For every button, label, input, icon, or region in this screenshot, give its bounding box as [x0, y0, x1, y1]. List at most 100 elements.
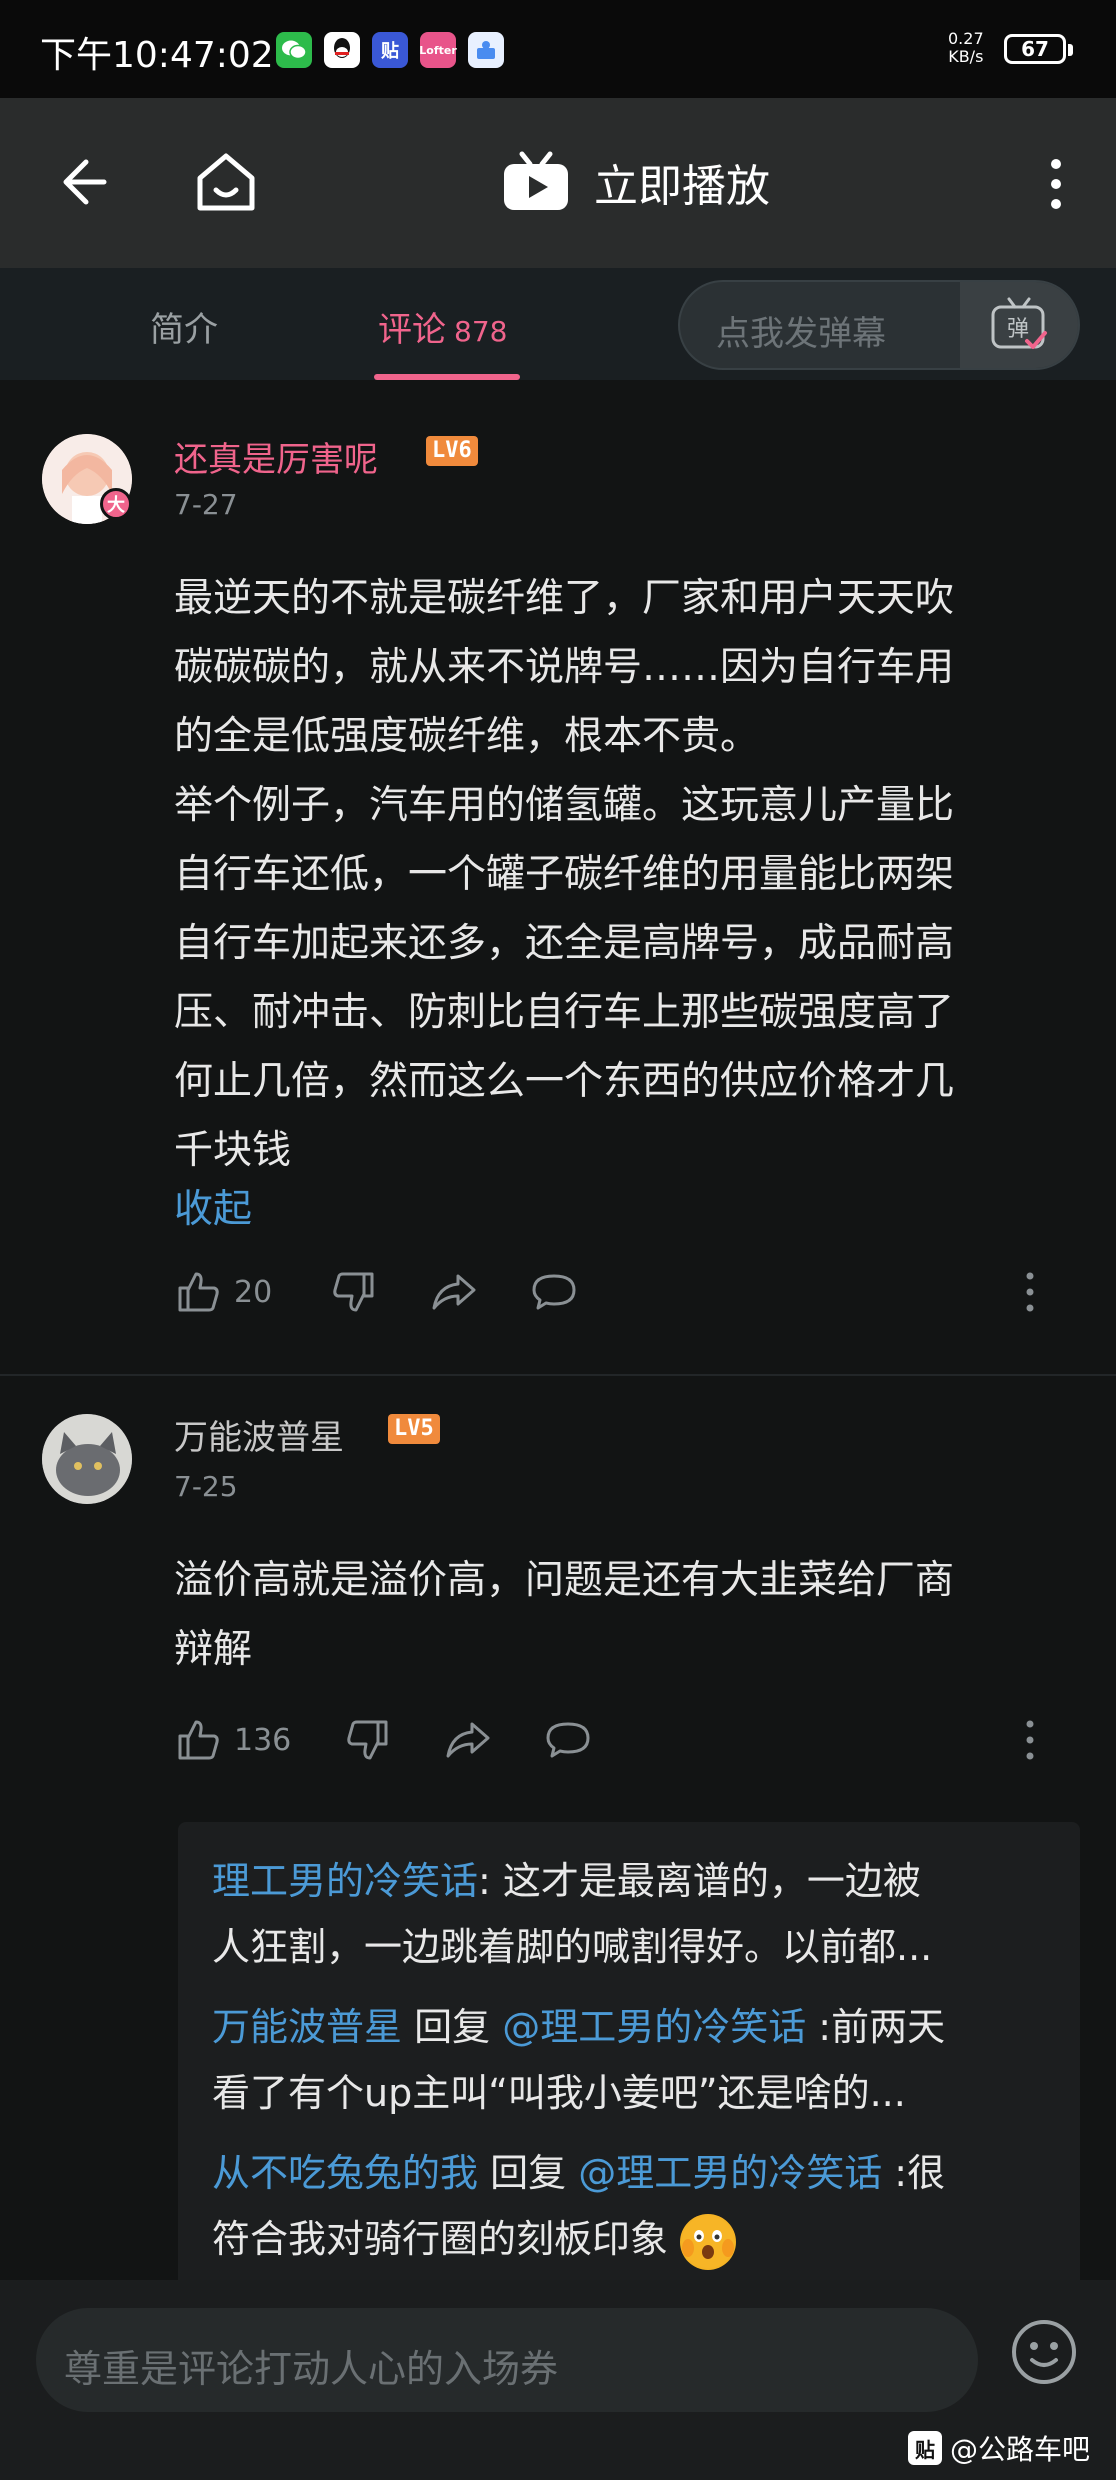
thumbs-down-icon [347, 1720, 388, 1760]
network-speed-value: 0.27 [948, 29, 984, 48]
battery-icon: 67 [1004, 34, 1073, 64]
network-speed-unit: KB/s [948, 47, 984, 66]
reply-button[interactable] [530, 1268, 578, 1316]
comment-line: 辩解 [174, 1627, 253, 1672]
thumbs-up-icon [178, 1720, 219, 1760]
reply-text: :很 [882, 2151, 946, 2195]
tab-bar: 简介 评论 878 点我发弹幕 弹 [0, 268, 1116, 380]
app-icon [468, 32, 504, 68]
comment-text: 溢价高就是溢价高，问题是还有大韭菜给厂商 辩解 [174, 1546, 1084, 1684]
like-button[interactable]: 20 [174, 1268, 272, 1316]
home-icon[interactable] [190, 146, 262, 218]
level-badge: LV6 [426, 436, 478, 466]
more-options-icon[interactable] [1038, 156, 1074, 212]
like-count: 136 [234, 1722, 292, 1758]
level-badge: LV5 [388, 1414, 440, 1444]
comment-actions: 20 [174, 1268, 1084, 1328]
avatar[interactable] [42, 1414, 132, 1504]
network-speed: 0.27 KB/s [948, 30, 984, 66]
watermark: 贴 @公路车吧 [908, 2428, 1090, 2468]
comment-line: 碳碳碳的，就从来不说牌号……因为自行车用 [174, 645, 955, 690]
status-time: 下午10:47:02 [40, 35, 274, 76]
collapse-link[interactable]: 收起 [174, 1178, 252, 1234]
reply-mention[interactable]: @理工男的冷笑话 [578, 2151, 882, 2195]
tv-play-icon [504, 151, 568, 210]
comment-input-placeholder: 尊重是评论打动人心的入场券 [64, 2347, 559, 2391]
reply-text: 看了有个up主叫“叫我小姜吧”还是啥的... [212, 2071, 906, 2115]
comment-list: 大 还真是厉害呢 LV6 7-27 最逆天的不就是碳纤维了，厂家和用户天天吹 碳… [0, 380, 1116, 2280]
reply-text: :前两天 [806, 2005, 946, 2049]
comment-date: 7-27 [174, 488, 238, 521]
reply-username[interactable]: 理工男的冷笑话 [212, 1859, 478, 1903]
reply-text: 符合我对骑行圈的刻板印象 [212, 2217, 669, 2261]
tab-intro[interactable]: 简介 [150, 302, 218, 351]
reply-mention[interactable]: @理工男的冷笑话 [502, 2005, 806, 2049]
dislike-button[interactable] [330, 1268, 378, 1316]
status-app-icons: 贴 Lofter [276, 32, 504, 68]
comment-line: 自行车加起来还多，还全是高牌号，成品耐高 [174, 921, 955, 966]
comment-line: 举个例子，汽车用的储氢罐。这玩意儿产量比 [174, 783, 955, 828]
shocked-emoji-icon [680, 2213, 737, 2270]
reply-button[interactable] [544, 1716, 592, 1764]
comment-line: 压、耐冲击、防刺比自行车上那些碳强度高了 [174, 990, 955, 1035]
tieba-logo-icon: 贴 [908, 2431, 942, 2465]
reply-text: 人狂割，一边跳着脚的喊割得好。以前都... [212, 1925, 933, 1969]
reply-username[interactable]: 从不吃兔兔的我 [212, 2151, 478, 2195]
wechat-icon [276, 32, 312, 68]
comment-line: 自行车还低，一个罐子碳纤维的用量能比两架 [174, 852, 955, 897]
comment-line: 溢价高就是溢价高，问题是还有大韭菜给厂商 [174, 1558, 955, 1603]
more-vertical-icon [1026, 1272, 1034, 1312]
dislike-button[interactable] [344, 1716, 392, 1764]
vip-badge: 大 [100, 488, 132, 520]
reply-username[interactable]: 万能波普星 [212, 2005, 402, 2049]
comment-username[interactable]: 万能波普星 [174, 1410, 344, 1459]
danmaku-placeholder: 点我发弹幕 [716, 314, 886, 354]
danmaku-icon: 弹 [991, 297, 1047, 349]
comment-text: 最逆天的不就是碳纤维了，厂家和用户天天吹 碳碳碳的，就从来不说牌号……因为自行车… [174, 564, 1084, 1185]
share-icon [432, 1274, 476, 1310]
like-button[interactable]: 136 [174, 1716, 291, 1764]
watermark-text: @公路车吧 [950, 2433, 1091, 2466]
comment-composer-bar: 尊重是评论打动人心的入场券 贴 @公路车吧 [0, 2280, 1116, 2480]
share-button[interactable] [430, 1268, 478, 1316]
back-arrow-icon[interactable] [52, 150, 116, 214]
reply-word: 回复 [478, 2151, 579, 2195]
tab-comments-label: 评论 [378, 310, 446, 350]
comment-line: 最逆天的不就是碳纤维了，厂家和用户天天吹 [174, 576, 955, 621]
comment-username[interactable]: 还真是厉害呢 [174, 432, 378, 481]
comment-line: 何止几倍，然而这么一个东西的供应价格才几 [174, 1059, 955, 1104]
like-count: 20 [234, 1274, 273, 1310]
battery-level: 67 [1021, 37, 1049, 61]
reply-item[interactable]: 从不吃兔兔的我 回复 @理工男的冷笑话 :很 符合我对骑行圈的刻板印象 [212, 2140, 1046, 2272]
chat-bubble-icon [532, 1274, 576, 1310]
danmaku-input[interactable]: 点我发弹幕 弹 [678, 280, 1080, 370]
more-vertical-icon [1026, 1720, 1034, 1760]
top-navigation-bar: 立即播放 [0, 98, 1116, 268]
tieba-icon: 贴 [372, 32, 408, 68]
smiley-icon [1012, 2320, 1076, 2384]
comment-more-button[interactable] [1006, 1268, 1054, 1316]
emoji-button[interactable] [1010, 2318, 1078, 2386]
share-icon [446, 1722, 490, 1758]
comment-input[interactable]: 尊重是评论打动人心的入场券 [36, 2308, 978, 2412]
svg-text:弹: 弹 [1007, 317, 1029, 342]
play-now-label: 立即播放 [594, 161, 770, 212]
danmaku-toggle-button[interactable]: 弹 [960, 282, 1078, 368]
share-button[interactable] [444, 1716, 492, 1764]
reply-item[interactable]: 理工男的冷笑话: 这才是最离谱的，一边被 人狂割，一边跳着脚的喊割得好。以前都.… [212, 1848, 1046, 1980]
reply-preview-box[interactable]: 理工男的冷笑话: 这才是最离谱的，一边被 人狂割，一边跳着脚的喊割得好。以前都.… [178, 1822, 1080, 2280]
comment-line: 千块钱 [174, 1128, 292, 1173]
thumbs-up-icon [178, 1272, 219, 1312]
comment-date: 7-25 [174, 1470, 238, 1503]
comment-actions: 136 [174, 1716, 1084, 1776]
tab-comments[interactable]: 评论 878 [378, 302, 507, 351]
comment-line: 的全是低强度碳纤维，根本不贵。 [174, 714, 760, 759]
status-bar: 下午10:47:02 贴 Lofter 0.27 KB/s 67 [0, 0, 1116, 98]
qq-icon [324, 32, 360, 68]
chat-bubble-icon [546, 1722, 590, 1758]
reply-item[interactable]: 万能波普星 回复 @理工男的冷笑话 :前两天 看了有个up主叫“叫我小姜吧”还是… [212, 1994, 1046, 2126]
comment-more-button[interactable] [1006, 1716, 1054, 1764]
comments-count: 878 [454, 315, 508, 348]
play-now-button[interactable]: 立即播放 [500, 150, 770, 214]
comment-divider [0, 1374, 1116, 1376]
